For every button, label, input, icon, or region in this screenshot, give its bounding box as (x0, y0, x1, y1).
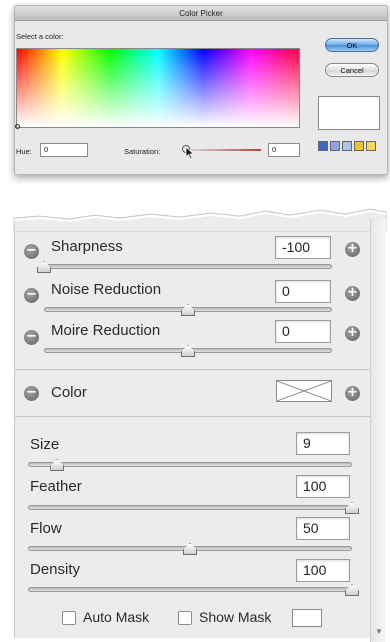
section-divider (14, 369, 370, 370)
density-slider-track[interactable] (28, 587, 352, 592)
swatch-4[interactable] (354, 141, 364, 151)
sharpness-plus-icon[interactable]: + (345, 242, 360, 257)
auto-mask-checkbox[interactable] (62, 611, 76, 625)
hue-input[interactable]: 0 (40, 143, 88, 157)
feather-label: Feather (30, 478, 82, 495)
mask-color-swatch[interactable] (292, 609, 322, 627)
swatch-1[interactable] (318, 141, 328, 151)
spectrum-picker-marker[interactable] (15, 124, 20, 129)
noise-reduction-plus-icon[interactable]: + (345, 286, 360, 301)
density-label: Density (30, 561, 81, 578)
swatch-5[interactable] (366, 141, 376, 151)
moire-reduction-minus-icon[interactable]: − (24, 330, 39, 345)
noise-reduction-input[interactable]: 0 (275, 280, 331, 303)
size-label: Size (30, 436, 60, 453)
cancel-button[interactable]: Cancel (325, 63, 379, 77)
feather-slider-track[interactable] (28, 505, 352, 510)
size-slider-track[interactable] (28, 462, 352, 467)
flow-label: Flow (30, 520, 62, 537)
torn-paper-edge (13, 208, 387, 232)
no-color-swatch[interactable] (276, 380, 332, 402)
saturation-label: Saturation: (124, 147, 161, 156)
density-input[interactable]: 100 (296, 559, 350, 582)
sharpness-label: Sharpness (51, 238, 123, 255)
color-label: Color (51, 384, 87, 401)
feather-input[interactable]: 100 (296, 475, 350, 498)
mouse-cursor-icon (185, 146, 195, 160)
moire-reduction-input[interactable]: 0 (275, 320, 331, 343)
moire-reduction-label: Moire Reduction (51, 322, 161, 339)
flow-input[interactable]: 50 (296, 517, 350, 540)
swatch-3[interactable] (342, 141, 352, 151)
color-minus-icon[interactable]: − (24, 386, 39, 401)
panel-scrollbar[interactable]: ▼ (370, 218, 386, 642)
swatch-2[interactable] (330, 141, 340, 151)
show-mask-checkbox[interactable] (178, 611, 192, 625)
sharpness-slider-track[interactable] (44, 264, 332, 269)
selected-color-preview (318, 96, 380, 130)
noise-reduction-label: Noise Reduction (51, 281, 162, 298)
moire-reduction-plus-icon[interactable]: + (345, 326, 360, 341)
section-divider (14, 416, 370, 417)
saturation-input[interactable]: 0 (268, 143, 300, 157)
size-input[interactable]: 9 (296, 432, 350, 455)
show-mask-label: Show Mask (199, 609, 272, 625)
color-picker-title: Color Picker (15, 6, 387, 21)
select-color-prompt: Select a color: (16, 32, 64, 41)
color-swatches (318, 141, 376, 151)
sharpness-input[interactable]: -100 (275, 236, 331, 259)
sharpness-minus-icon[interactable]: − (24, 244, 39, 259)
ok-button[interactable]: OK (325, 38, 379, 52)
hue-label: Hue: (16, 147, 32, 156)
color-plus-icon[interactable]: + (345, 386, 360, 401)
auto-mask-label: Auto Mask (83, 609, 150, 625)
saturation-slider-track[interactable] (186, 149, 261, 151)
scroll-down-arrow-icon[interactable]: ▼ (375, 627, 383, 636)
color-spectrum-field[interactable] (15, 48, 300, 129)
noise-reduction-minus-icon[interactable]: − (24, 288, 39, 303)
